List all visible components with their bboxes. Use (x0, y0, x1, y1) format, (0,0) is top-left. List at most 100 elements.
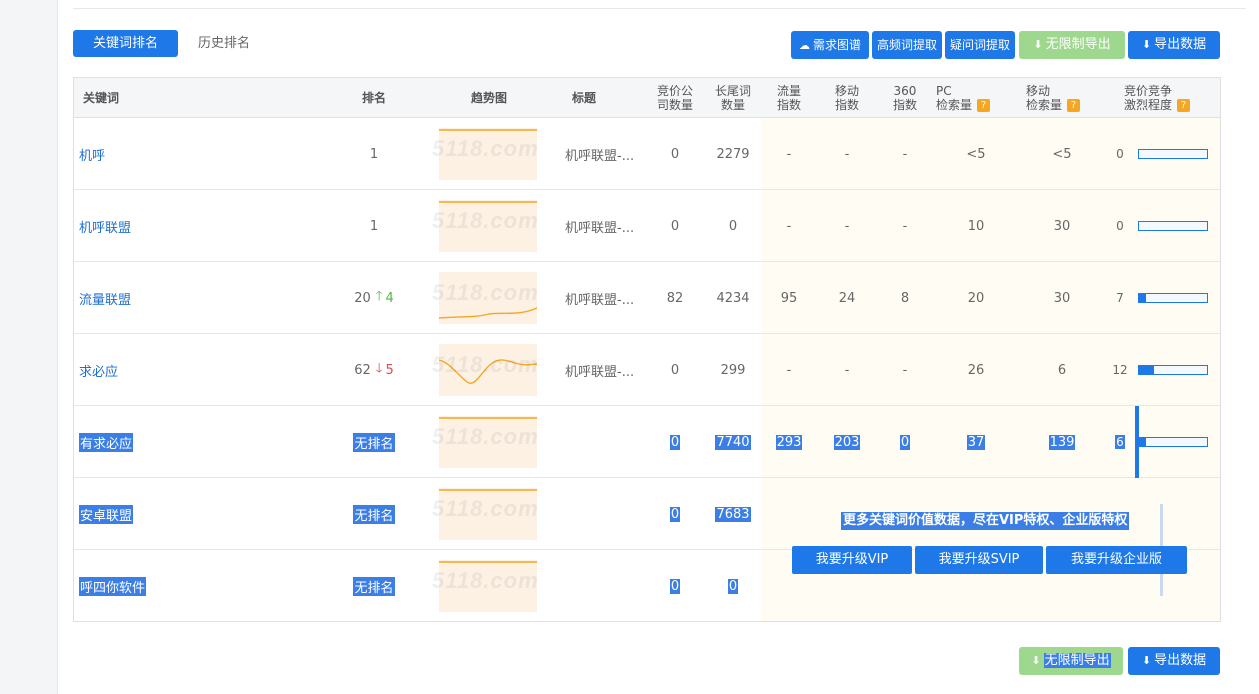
cloud-icon: ☁ (798, 39, 810, 52)
vip-upsell: 更多关键词价值数据，尽在VIP特权、企业版特权 我要升级VIP 我要升级SVIP… (761, 478, 1220, 621)
download-icon: ⬇ (1033, 38, 1043, 51)
download-icon: ⬇ (1141, 654, 1152, 667)
traffic-cell: - (786, 146, 792, 162)
table-row: 机呼15118.com机呼联盟-...02279---<5<50 (74, 118, 1220, 190)
competition-bar (1138, 365, 1208, 375)
s360-cell: - (902, 362, 908, 378)
export-data-button[interactable]: ⬇ 导出数据 (1128, 31, 1220, 59)
upgrade-svip-button[interactable]: 我要升级SVIP (915, 546, 1043, 574)
header-keyword[interactable]: 关键词 (74, 78, 224, 118)
traffic-cell: - (786, 218, 792, 234)
arrow-up-icon: 🡑 (375, 289, 383, 304)
title-cell[interactable]: 机呼联盟-... (565, 118, 645, 190)
bid-cell: 0 (670, 218, 680, 234)
rank-cell: 无排名 (339, 550, 409, 621)
trend-chart[interactable] (438, 272, 538, 324)
title-cell[interactable]: 机呼联盟-... (565, 190, 645, 262)
bid-cell: 82 (666, 290, 684, 306)
mobile-cell: 24 (838, 290, 856, 306)
vip-title: 更多关键词价值数据，尽在VIP特权、企业版特权 (841, 512, 1130, 530)
header-rank[interactable]: 排名 (344, 78, 404, 118)
header-mobile-search[interactable]: 移动 检索量? (1026, 78, 1106, 118)
demand-map-button[interactable]: ☁ 需求图谱 (791, 31, 869, 59)
rank-cell: 无排名 (339, 406, 409, 478)
download-icon: ⬇ (1141, 38, 1152, 51)
mobile-cell: - (844, 146, 850, 162)
unlimited-export-button[interactable]: ⬇ 无限制导出 (1019, 31, 1125, 59)
trend-chart[interactable] (439, 128, 537, 180)
footer-unlimited-export-label: 无限制导出 (1043, 653, 1111, 668)
download-icon: ⬇ (1031, 654, 1041, 667)
bid-cell: 0 (670, 362, 680, 378)
bid-cell: 0 (669, 434, 681, 450)
rank-cell: 无排名 (339, 478, 409, 550)
bid-cell: 0 (669, 506, 681, 522)
rank-cell: 62 🡓 5 (339, 334, 409, 406)
header-long-tail[interactable]: 长尾词 数量 (705, 78, 761, 118)
keyword-link[interactable]: 呼四你软件 (74, 550, 274, 621)
tab-history-rank[interactable]: 历史排名 (198, 30, 278, 57)
keyword-link[interactable]: 机呼 (74, 118, 274, 190)
upgrade-enterprise-button[interactable]: 我要升级企业版 (1046, 546, 1187, 574)
demand-map-label: 需求图谱 (812, 38, 861, 52)
title-cell[interactable]: 机呼联盟-... (565, 334, 645, 406)
header-title: 标题 (571, 91, 596, 105)
trend-chart[interactable] (439, 200, 537, 252)
competition-value: 0 (1116, 219, 1124, 233)
mobile-cell: - (844, 362, 850, 378)
competition-bar (1138, 149, 1208, 159)
bid-cell: 0 (670, 146, 680, 162)
footer-unlimited-export-button[interactable]: ⬇ 无限制导出 (1019, 647, 1123, 675)
msearch-cell: <5 (1052, 146, 1072, 162)
keyword-link[interactable]: 安卓联盟 (74, 478, 274, 550)
help-icon[interactable]: ? (977, 99, 991, 112)
bid-cell: 0 (669, 578, 681, 594)
longtail-cell: 0 (727, 578, 739, 594)
upgrade-vip-button[interactable]: 我要升级VIP (792, 546, 912, 574)
keyword-link[interactable]: 有求必应 (74, 406, 274, 478)
header-mobile-index[interactable]: 移动 指数 (822, 78, 872, 118)
rank-cell: 1 (369, 146, 379, 162)
header-competition[interactable]: 竞价竞争 激烈程度? (1124, 78, 1204, 118)
competition-value: 0 (1116, 147, 1124, 161)
trend-chart[interactable] (439, 488, 537, 540)
pc-cell: 20 (967, 290, 985, 306)
help-icon[interactable]: ? (1177, 99, 1191, 112)
main-panel: 关键词排名 历史排名 ☁ 需求图谱 高频词提取 疑问词提取 ⬇ 无限制导出 ⬇ 导出数… (57, 0, 1259, 694)
footer-export-data-button[interactable]: ⬇ 导出数据 (1128, 647, 1220, 675)
high-freq-button[interactable]: 高频词提取 (872, 31, 942, 59)
trend-chart[interactable] (439, 560, 537, 612)
mobile-cell: - (844, 218, 850, 234)
competition-value: 6 (1115, 435, 1125, 449)
header-pc-search[interactable]: PC 检索量? (936, 78, 1016, 118)
question-words-button[interactable]: 疑问词提取 (945, 31, 1015, 59)
table-row: 求必应62🡓55118.com机呼联盟-...0299---26612 (74, 334, 1220, 406)
mobile-cell: 203 (833, 434, 861, 450)
arrow-down-icon: 🡓 (375, 361, 383, 376)
longtail-cell: 2279 (716, 146, 750, 162)
trend-chart[interactable] (439, 416, 537, 468)
trend-chart[interactable] (438, 344, 538, 396)
title-cell[interactable]: 机呼联盟-... (565, 262, 645, 334)
table-row: 流量联盟20🡑45118.com机呼联盟-...8242349524820307 (74, 262, 1220, 334)
rank-cell: 1 (369, 218, 379, 234)
msearch-cell: 139 (1048, 434, 1076, 450)
header-bid-companies[interactable]: 竞价公 司数量 (647, 78, 703, 118)
footer-export-data-label: 导出数据 (1154, 653, 1207, 668)
competition-bar (1138, 437, 1208, 447)
help-icon[interactable]: ? (1067, 99, 1081, 112)
keyword-link[interactable]: 机呼联盟 (74, 190, 274, 262)
keyword-link[interactable]: 流量联盟 (74, 262, 274, 334)
title-cell[interactable] (565, 406, 645, 478)
tab-keyword-rank[interactable]: 关键词排名 (73, 30, 178, 57)
header-360-index[interactable]: 360 指数 (880, 78, 930, 118)
table-header: 关键词 排名 趋势图 标题 竞价公 司数量 长尾词 数量 流量 指数 移动 指数 360… (74, 78, 1220, 118)
keyword-link[interactable]: 求必应 (74, 334, 274, 406)
title-cell[interactable] (565, 550, 645, 621)
unlimited-export-label: 无限制导出 (1045, 37, 1111, 52)
title-cell[interactable] (565, 478, 645, 550)
longtail-cell: 299 (720, 362, 746, 378)
pc-cell: 37 (966, 434, 986, 450)
header-traffic-index[interactable]: 流量 指数 (764, 78, 814, 118)
export-data-label: 导出数据 (1154, 37, 1207, 52)
